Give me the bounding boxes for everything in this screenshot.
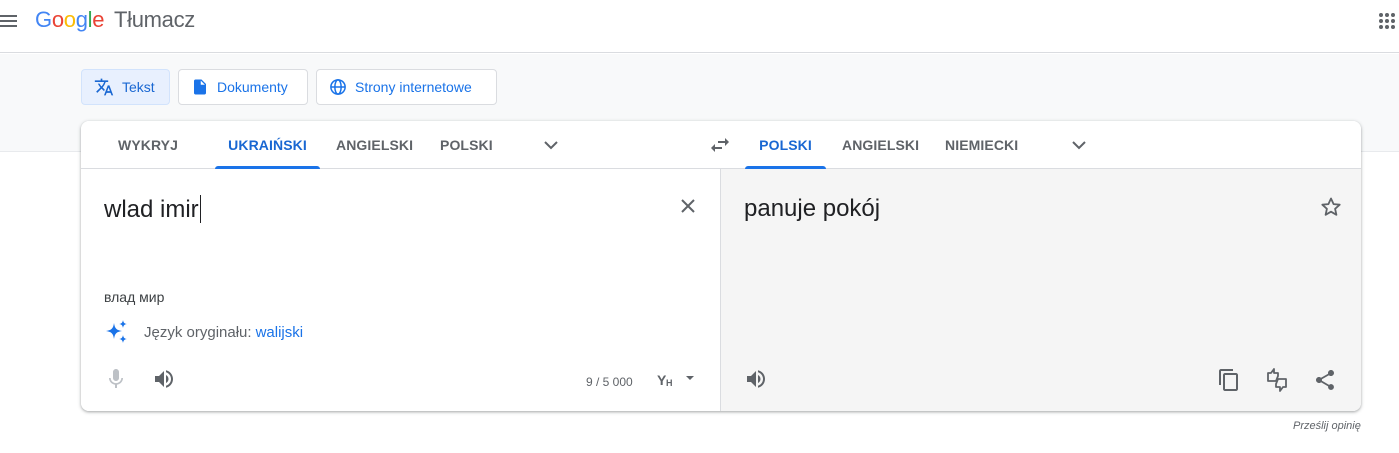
speaker-icon[interactable] xyxy=(744,367,768,391)
document-icon xyxy=(194,79,206,95)
mode-label: Tekst xyxy=(122,79,155,95)
text-cursor xyxy=(199,195,201,223)
clear-icon[interactable] xyxy=(676,194,700,218)
logo-letter: o xyxy=(51,7,64,32)
translate-icon xyxy=(94,78,114,96)
source-lang-ukrainian[interactable]: UKRAIŃSKI xyxy=(215,121,320,169)
character-counter: 9 / 5 000 xyxy=(586,375,633,389)
star-icon[interactable] xyxy=(1319,195,1343,219)
source-lang-english[interactable]: ANGIELSKI xyxy=(336,121,413,169)
source-lang-polish[interactable]: POLSKI xyxy=(440,121,493,169)
copy-icon[interactable] xyxy=(1217,368,1241,392)
logo-letter: G xyxy=(35,7,52,32)
target-lang-polish[interactable]: POLSKI xyxy=(745,121,826,169)
transliteration: влад мир xyxy=(104,289,165,305)
target-lang-english[interactable]: ANGIELSKI xyxy=(842,121,919,169)
globe-icon xyxy=(330,79,346,95)
chevron-down-icon[interactable] xyxy=(539,133,563,157)
product-name: Tłumacz xyxy=(113,7,195,32)
target-lang-german[interactable]: NIEMIECKI xyxy=(945,121,1018,169)
rate-translation-icon[interactable] xyxy=(1265,368,1289,392)
original-language-label: Język oryginału: xyxy=(144,323,252,341)
speaker-icon[interactable] xyxy=(152,367,176,391)
mode-button-documents[interactable]: Dokumenty xyxy=(178,69,308,105)
share-icon[interactable] xyxy=(1313,368,1337,392)
swap-languages-icon[interactable] xyxy=(708,133,734,157)
mode-button-text[interactable]: Tekst xyxy=(81,69,170,105)
logo-letter: o xyxy=(63,7,76,32)
mode-label: Strony internetowe xyxy=(355,79,472,95)
logo-letter: g xyxy=(75,7,88,32)
original-language-row: Język oryginału: walijski xyxy=(104,319,303,345)
source-panel: wlad imir влад мир Język oryginału: wali… xyxy=(81,169,720,411)
language-bar: WYKRYJ JĘZYK UKRAIŃSKI ANGIELSKI POLSKI … xyxy=(81,121,1361,201)
target-panel: panuje pokój xyxy=(720,169,1361,411)
top-bar: Google Tłumacz xyxy=(0,0,1399,53)
source-lang-detect[interactable]: WYKRYJ JĘZYK xyxy=(97,121,199,201)
mode-label: Dokumenty xyxy=(217,79,288,95)
chevron-down-icon[interactable] xyxy=(1067,133,1091,157)
apps-grid-icon[interactable] xyxy=(1378,12,1396,30)
logo-letter: e xyxy=(92,7,105,32)
dropdown-arrow-icon[interactable] xyxy=(683,371,697,385)
google-translate-logo[interactable]: Google Tłumacz xyxy=(35,7,195,33)
translation-output: panuje pokój xyxy=(744,195,881,222)
svg-text:H: H xyxy=(666,378,673,388)
input-tools-icon[interactable]: Y H xyxy=(655,369,677,391)
feedback-link[interactable]: Prześlij opinię xyxy=(1293,420,1361,432)
mode-button-websites[interactable]: Strony internetowe xyxy=(316,69,497,105)
microphone-icon[interactable] xyxy=(104,367,128,391)
original-language-link[interactable]: walijski xyxy=(256,324,304,341)
sparkle-icon xyxy=(106,320,127,343)
source-text: wlad imir xyxy=(104,196,199,223)
hamburger-menu-icon[interactable] xyxy=(0,12,18,30)
translation-card: WYKRYJ JĘZYK UKRAIŃSKI ANGIELSKI POLSKI … xyxy=(81,121,1361,411)
source-text-input[interactable]: wlad imir xyxy=(104,195,664,229)
